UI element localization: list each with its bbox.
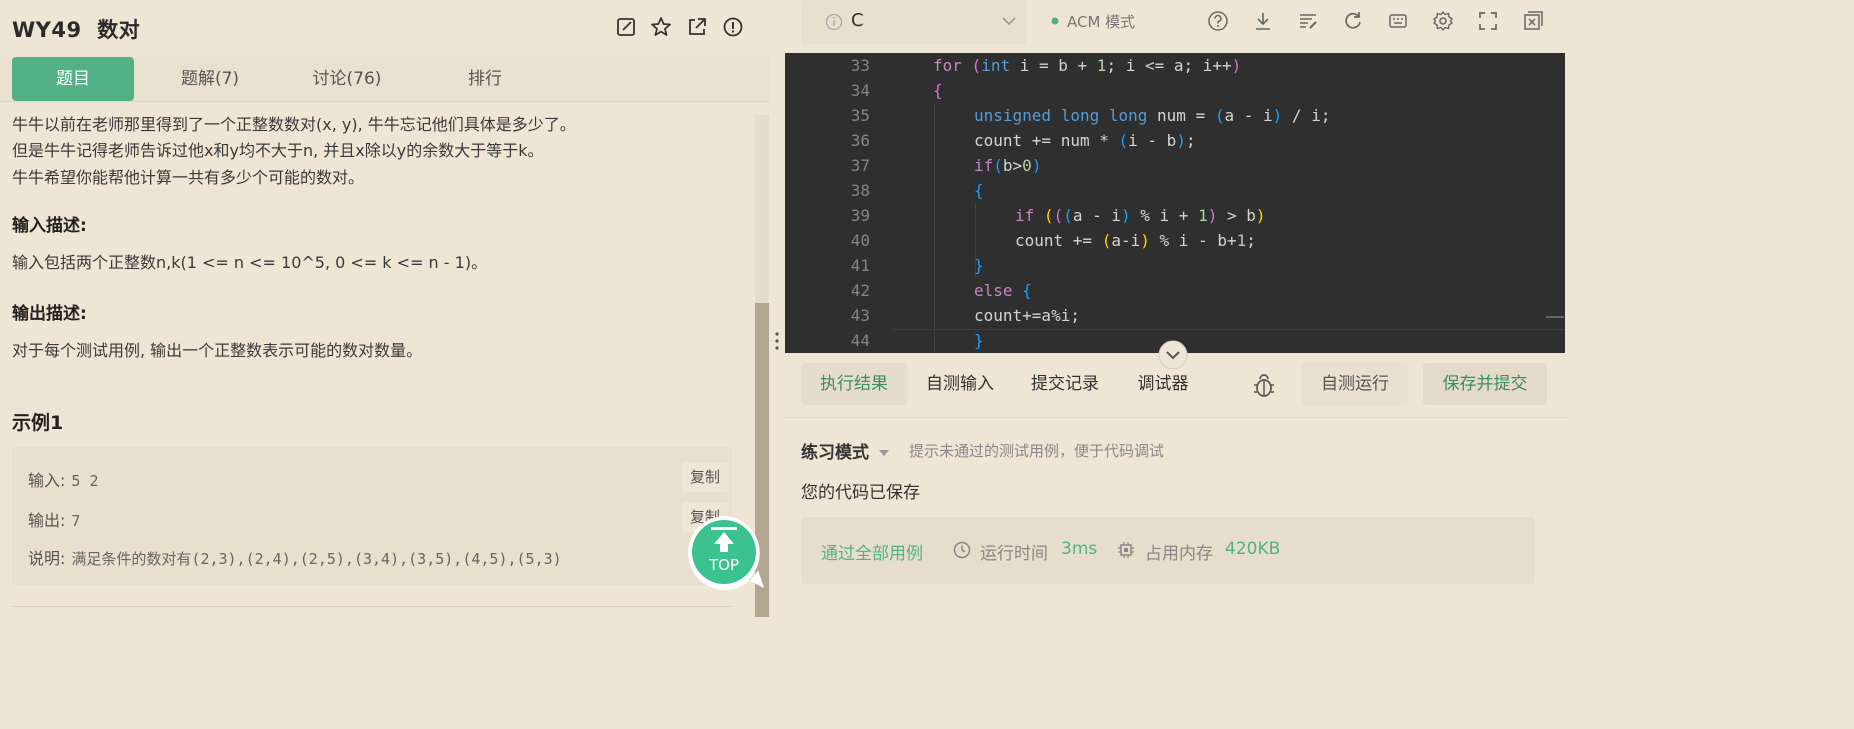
code-line: 39 if (((a - i) % i + 1) > b) <box>850 206 1266 225</box>
example-heading: 示例1 <box>12 412 64 434</box>
keyboard-icon[interactable] <box>1387 10 1409 32</box>
description-line: 牛牛希望你能帮他计算一共有多少个可能的数对。 <box>12 168 365 187</box>
editor-panel: C ACM 模式 33 for (int i = b + 1; i <= a; … <box>785 0 1568 617</box>
example-output: 输出: 7 <box>28 507 80 531</box>
result-summary: 通过全部用例 运行时间 3ms 占用内存 420KB <box>801 517 1535 584</box>
top-label: TOP <box>708 556 739 574</box>
problem-tabs: 题目 题解(7) 讨论(76) 排行 <box>0 56 770 102</box>
example-box: 输入: 5 2 复制 输出: 7 复制 说明: 满足条件的数对有(2,3),(2,4)… <box>12 447 732 585</box>
memory-label: 占用内存 <box>1145 544 1213 564</box>
runtime-value: 3ms <box>1061 539 1098 559</box>
runtime-label: 运行时间 <box>980 544 1048 564</box>
copy-input-button[interactable]: 复制 <box>682 462 728 492</box>
editor-toolbar: C ACM 模式 <box>785 0 1568 53</box>
tab-custom-input[interactable]: 自测输入 <box>917 363 1003 405</box>
drag-handle-icon <box>775 332 779 350</box>
practice-mode-select[interactable]: 练习模式 <box>801 438 889 463</box>
save-status: 您的代码已保存 <box>801 483 920 503</box>
code-line: 43 count+=a%i; <box>850 306 1080 325</box>
language-value: C <box>851 10 864 31</box>
fullscreen-icon[interactable] <box>1477 10 1499 32</box>
code-line: 37 if(b>0) <box>850 156 1042 175</box>
share-icon[interactable] <box>686 16 708 38</box>
description-line: 但是牛牛记得老师告诉过他x和y均不大于n, 并且x除以y的余数大于等于k。 <box>12 141 544 160</box>
code-line: 35 unsigned long long num = (a - i) / i; <box>850 106 1331 125</box>
problem-content: 牛牛以前在老师那里得到了一个正整数数对(x, y), 牛牛忘记他们具体是多少了。… <box>0 103 752 617</box>
star-icon[interactable] <box>650 16 672 38</box>
format-code-icon[interactable] <box>1297 10 1319 32</box>
code-line: 38{ <box>850 181 984 200</box>
memory-value: 420KB <box>1225 539 1281 559</box>
code-line: 41} <box>850 256 984 275</box>
edit-icon[interactable] <box>615 16 637 38</box>
acm-mode-label[interactable]: ACM 模式 <box>1067 11 1135 32</box>
code-line: 42 else { <box>850 281 1032 300</box>
output-heading: 输出描述: <box>12 304 87 324</box>
language-select[interactable]: C <box>801 0 1026 44</box>
input-heading: 输入描述: <box>12 216 87 236</box>
tab-problem[interactable]: 题目 <box>12 57 134 101</box>
info-icon <box>825 13 843 31</box>
gear-icon[interactable] <box>1432 10 1454 32</box>
code-line: 36 count += num * (i - b); <box>850 131 1196 150</box>
tab-discussion[interactable]: 讨论(76) <box>286 56 408 102</box>
result-tabs: 执行结果 自测输入 提交记录 调试器 自测运行 保存并提交 <box>785 353 1568 418</box>
example-note-label: 说明: <box>28 549 66 568</box>
practice-mode-label: 练习模式 <box>801 443 869 463</box>
problem-title: WY49 数对 <box>12 18 141 42</box>
description-line: 牛牛以前在老师那里得到了一个正整数数对(x, y), 牛牛忘记他们具体是多少了。 <box>12 115 576 134</box>
save-and-submit-button[interactable]: 保存并提交 <box>1423 363 1547 405</box>
tab-ranking[interactable]: 排行 <box>424 56 546 102</box>
tab-submissions[interactable]: 提交记录 <box>1022 363 1108 405</box>
caret-down-icon <box>878 450 889 456</box>
tab-execution-result[interactable]: 执行结果 <box>801 363 907 405</box>
code-line: 34{ <box>850 81 943 100</box>
bug-icon[interactable] <box>1251 373 1277 399</box>
example-input-label: 输入: <box>28 471 66 490</box>
example-note: 说明: 满足条件的数对有(2,3),(2,4),(2,5),(3,4),(3,5)… <box>28 545 562 569</box>
report-icon[interactable] <box>722 16 744 38</box>
divider <box>12 606 732 607</box>
example-input: 输入: 5 2 <box>28 467 99 491</box>
problem-panel: WY49 数对 题目 题解(7) 讨论(76) 排行 牛牛以前在老师那里得到了一… <box>0 0 770 617</box>
back-to-top-button[interactable]: TOP <box>686 514 764 590</box>
example-note-value: 满足条件的数对有(2,3),(2,4),(2,5),(3,4),(3,5),(4… <box>71 550 562 568</box>
download-icon[interactable] <box>1252 10 1274 32</box>
code-line: 40 count += (a-i) % i - b+1; <box>850 231 1256 250</box>
status-dot-icon <box>1051 17 1059 25</box>
refresh-icon[interactable] <box>1342 10 1364 32</box>
help-icon[interactable] <box>1207 10 1229 32</box>
code-line: 33 for (int i = b + 1; i <= a; i++) <box>850 56 1242 75</box>
pass-status: 通过全部用例 <box>821 544 923 564</box>
memory-chip-icon <box>1118 542 1134 558</box>
panel-resizer[interactable] <box>770 0 785 617</box>
chevron-down-icon <box>1002 17 1016 26</box>
clock-icon <box>953 541 971 559</box>
example-output-label: 输出: <box>28 511 66 530</box>
close-panel-icon[interactable] <box>1522 10 1544 32</box>
output-description: 对于每个测试用例, 输出一个正整数表示可能的数对数量。 <box>12 341 423 360</box>
tab-debugger[interactable]: 调试器 <box>1128 363 1198 405</box>
example-input-value: 5 2 <box>71 472 99 490</box>
self-test-run-button[interactable]: 自测运行 <box>1302 363 1408 405</box>
problem-header: WY49 数对 <box>0 0 770 56</box>
example-output-value: 7 <box>71 512 81 530</box>
mode-tip: 提示未通过的测试用例，便于代码调试 <box>909 442 1165 460</box>
code-editor[interactable]: 33 for (int i = b + 1; i <= a; i++) 34{ 3… <box>785 53 1565 353</box>
tab-solutions[interactable]: 题解(7) <box>149 56 271 102</box>
input-description: 输入包括两个正整数n,k(1 <= n <= 10^5, 0 <= k <= n… <box>12 253 488 272</box>
